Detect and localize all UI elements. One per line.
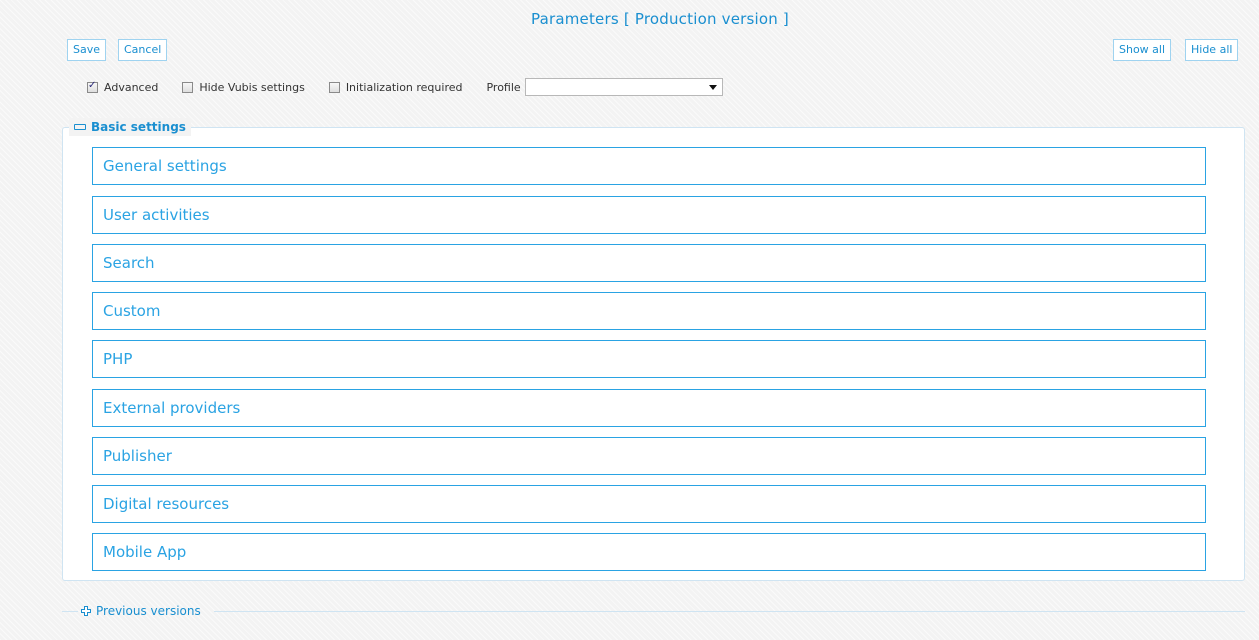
chevron-down-icon xyxy=(708,85,717,90)
section-publisher[interactable]: Publisher xyxy=(92,437,1206,475)
divider xyxy=(62,611,78,612)
init-required-option[interactable]: Initialization required xyxy=(328,80,463,94)
section-custom[interactable]: Custom xyxy=(92,292,1206,330)
cancel-button[interactable]: Cancel xyxy=(118,39,168,61)
section-mobile-app[interactable]: Mobile App xyxy=(92,533,1206,571)
section-search[interactable]: Search xyxy=(92,244,1206,282)
advanced-option[interactable]: Advanced xyxy=(87,80,159,94)
show-all-button[interactable]: Show all xyxy=(1113,39,1172,61)
advanced-label: Advanced xyxy=(104,80,159,94)
previous-versions-label: Previous versions xyxy=(96,604,201,618)
plus-icon[interactable] xyxy=(80,605,92,617)
save-button[interactable]: Save xyxy=(67,39,107,61)
section-external-providers[interactable]: External providers xyxy=(92,389,1206,427)
init-required-label: Initialization required xyxy=(345,80,463,94)
options-row: Advanced Hide Vubis settings Initializat… xyxy=(87,77,723,97)
hide-vubis-label: Hide Vubis settings xyxy=(199,80,305,94)
page-title: Parameters [ Production version ] xyxy=(531,10,789,28)
divider xyxy=(214,611,1245,612)
minus-icon[interactable] xyxy=(74,124,86,130)
advanced-checkbox[interactable] xyxy=(87,80,98,93)
init-required-checkbox[interactable] xyxy=(328,81,340,93)
basic-settings-title: Basic settings xyxy=(91,120,186,134)
basic-settings-legend[interactable]: Basic settings xyxy=(69,118,191,136)
hide-vubis-checkbox[interactable] xyxy=(182,81,194,93)
section-php[interactable]: PHP xyxy=(92,340,1206,378)
section-user-activities[interactable]: User activities xyxy=(92,196,1206,234)
hide-all-button[interactable]: Hide all xyxy=(1185,39,1239,61)
hide-vubis-option[interactable]: Hide Vubis settings xyxy=(182,80,305,94)
previous-versions-toggle[interactable]: Previous versions xyxy=(80,602,206,620)
profile-select[interactable] xyxy=(524,78,723,96)
section-general-settings[interactable]: General settings xyxy=(92,147,1206,185)
profile-label: Profile xyxy=(486,80,521,94)
section-digital-resources[interactable]: Digital resources xyxy=(92,485,1206,523)
